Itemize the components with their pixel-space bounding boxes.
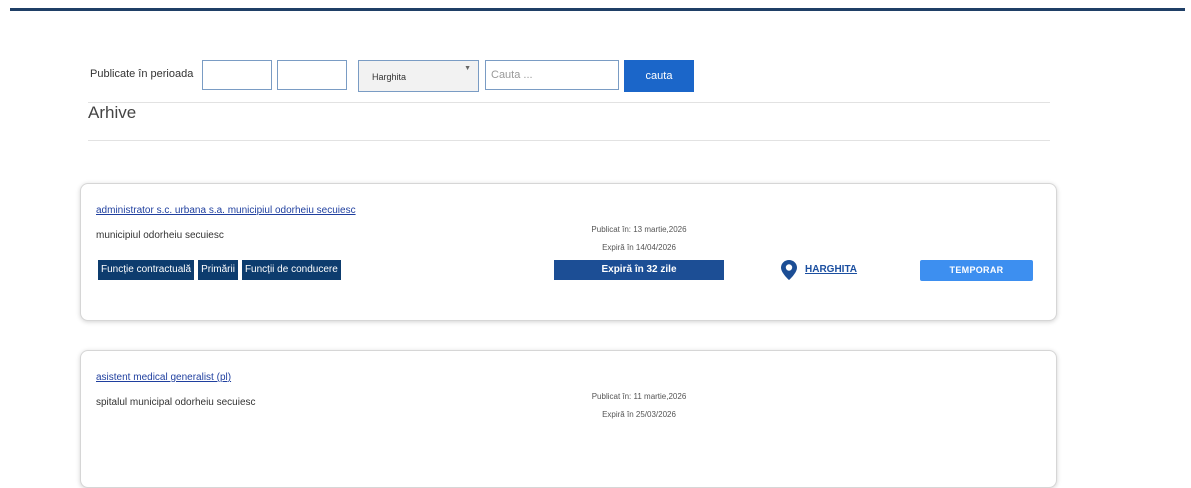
search-input[interactable] xyxy=(485,60,619,90)
tag-city-halls[interactable]: Primării xyxy=(198,260,238,280)
tag-contract-function[interactable]: Funcție contractuală xyxy=(98,260,195,280)
employer-name: municipiul odorheiu secuiesc xyxy=(96,230,224,241)
publish-date: Publicat în: 11 martie,2026 xyxy=(591,392,687,401)
publish-date: Publicat în: 13 martie,2026 xyxy=(591,225,687,234)
section-title: Arhive xyxy=(88,103,137,122)
expiry-date: Expiră în 14/04/2026 xyxy=(602,243,676,252)
employer-name: spitalul municipal odorheiu secuiesc xyxy=(96,397,256,408)
map-pin-icon xyxy=(781,260,797,280)
job-title-link[interactable]: asistent medical generalist (pl) xyxy=(96,372,231,383)
tag-management-functions[interactable]: Funcții de conducere xyxy=(241,260,341,280)
date-to-input[interactable] xyxy=(277,60,347,90)
dropdown-arrow-icon: ▼ xyxy=(464,65,471,72)
filter-bar: Publicate în perioada Harghita ▼ cauta xyxy=(90,60,1070,94)
tag-list: Funcție contractuală Primării Funcții de c… xyxy=(98,260,345,280)
period-label: Publicate în perioada xyxy=(90,68,194,80)
expiry-badge: Expiră în 32 zile xyxy=(554,260,724,280)
county-select[interactable]: Harghita ▼ xyxy=(358,60,479,92)
job-card: asistent medical generalist (pl) spitalu… xyxy=(80,350,1057,488)
job-card: administrator s.c. urbana s.a. municipiu… xyxy=(80,183,1057,321)
divider xyxy=(88,102,1050,103)
top-bar xyxy=(10,8,1185,11)
job-title-link[interactable]: administrator s.c. urbana s.a. municipiu… xyxy=(96,205,356,216)
location-link[interactable]: HARGHITA xyxy=(805,264,857,275)
date-from-input[interactable] xyxy=(202,60,272,90)
expiry-date: Expiră în 25/03/2026 xyxy=(602,410,676,419)
county-select-value: Harghita xyxy=(372,72,407,82)
divider xyxy=(88,140,1050,141)
search-button[interactable]: cauta xyxy=(624,60,694,92)
job-type-button[interactable]: TEMPORAR xyxy=(920,260,1033,281)
